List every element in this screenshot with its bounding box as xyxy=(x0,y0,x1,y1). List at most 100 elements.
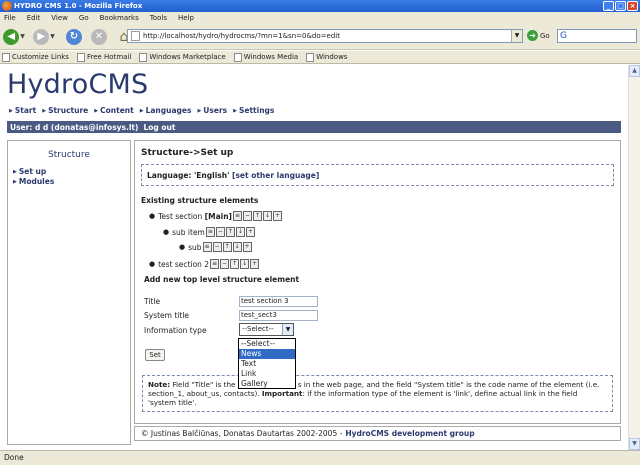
bookmark-page-icon xyxy=(2,52,10,62)
add-child-icon[interactable]: + xyxy=(245,227,255,237)
bookmark-page-icon xyxy=(76,52,85,62)
url-bar[interactable]: http://localhost/hydro/hydrocms/?mn=1&sn… xyxy=(127,29,523,43)
set-button[interactable]: Set xyxy=(145,349,165,361)
option-gallery[interactable]: Gallery xyxy=(239,379,295,389)
url-dropdown-arrow[interactable]: ▼ xyxy=(511,30,522,42)
edit-icon[interactable]: ≡ xyxy=(232,211,242,221)
vertical-scrollbar[interactable]: ▲ ▼ xyxy=(628,65,640,450)
option-news[interactable]: News xyxy=(239,349,295,359)
information-type-select[interactable]: --Select-- ▼ xyxy=(239,323,294,336)
tree-item-name[interactable]: sub xyxy=(188,243,201,252)
footer: © Justinas Balčiūnas, Donatas Dautartas … xyxy=(134,426,621,441)
nav-users[interactable]: Users xyxy=(197,106,227,115)
move-up-icon[interactable]: ↑ xyxy=(230,259,240,269)
title-input[interactable]: test section 3 xyxy=(239,296,318,307)
tree-item-name[interactable]: sub item xyxy=(172,228,205,237)
option-link[interactable]: Link xyxy=(239,369,295,379)
tree-item-test-section: ● Test section [Main] ≡ − ↑ ↓ + xyxy=(149,211,282,221)
tree-item-name[interactable]: test section 2 xyxy=(158,260,209,269)
menu-bookmarks[interactable]: Bookmarks xyxy=(100,14,139,22)
move-up-icon[interactable]: ↑ xyxy=(252,211,262,221)
menu-help[interactable]: Help xyxy=(178,14,194,22)
nav-start[interactable]: Start xyxy=(9,106,36,115)
bookmark-free-hotmail[interactable]: Free Hotmail xyxy=(76,52,135,62)
window-titlebar: HYDRO CMS 1.0 - Mozilla Firefox _ □ × xyxy=(0,0,640,12)
main-badge: [Main] xyxy=(204,211,232,221)
bookmark-windows[interactable]: Windows xyxy=(306,52,351,62)
delete-icon[interactable]: − xyxy=(215,227,225,237)
delete-icon[interactable]: − xyxy=(220,259,230,269)
scroll-up-arrow[interactable]: ▲ xyxy=(629,65,640,77)
page-icon xyxy=(131,31,140,41)
close-button[interactable]: × xyxy=(627,1,638,11)
edit-icon[interactable]: ≡ xyxy=(202,242,212,252)
set-language-link[interactable]: [set other language] xyxy=(232,171,319,180)
select-value: --Select-- xyxy=(242,325,274,333)
menu-edit[interactable]: Edit xyxy=(27,14,41,22)
note-text-1: Field "Title" is the xyxy=(172,380,236,389)
existing-elements-heading: Existing structure elements xyxy=(141,196,259,205)
search-box[interactable]: G xyxy=(557,29,637,43)
bookmark-windows-marketplace[interactable]: Windows Marketplace xyxy=(139,52,229,62)
language-box: Language: 'English' [set other language] xyxy=(141,164,614,186)
move-down-icon[interactable]: ↓ xyxy=(235,227,245,237)
option-text[interactable]: Text xyxy=(239,359,295,369)
minimize-button[interactable]: _ xyxy=(603,1,614,11)
chevron-down-icon[interactable]: ▼ xyxy=(282,324,293,335)
add-child-icon[interactable]: + xyxy=(250,259,260,269)
logout-link[interactable]: Log out xyxy=(143,123,175,132)
tree-item-sub-item: ● sub item ≡ − ↑ ↓ + xyxy=(163,227,255,237)
bookmark-page-icon xyxy=(233,52,242,62)
menu-go[interactable]: Go xyxy=(79,14,89,22)
move-up-icon[interactable]: ↑ xyxy=(222,242,232,252)
sidebar-item-modules[interactable]: Modules xyxy=(13,177,130,187)
scroll-down-arrow[interactable]: ▼ xyxy=(629,438,640,450)
go-arrow-icon: ➜ xyxy=(527,30,538,41)
move-down-icon[interactable]: ↓ xyxy=(240,259,250,269)
move-up-icon[interactable]: ↑ xyxy=(225,227,235,237)
edit-icon[interactable]: ≡ xyxy=(210,259,220,269)
footer-product-link[interactable]: HydroCMS development group xyxy=(345,429,474,438)
sidebar-item-set-up[interactable]: Set up xyxy=(13,167,130,177)
option-select[interactable]: --Select-- xyxy=(239,339,295,349)
note-box: Note: Field "Title" is the s in the web … xyxy=(142,375,613,412)
system-title-input[interactable]: test_sect3 xyxy=(239,310,318,321)
nav-structure[interactable]: Structure xyxy=(42,106,88,115)
site-logo: HydroCMS xyxy=(7,69,149,100)
move-down-icon[interactable]: ↓ xyxy=(262,211,272,221)
bookmarks-toolbar: Customize Links Free Hotmail Windows Mar… xyxy=(0,51,640,64)
information-type-label: Information type xyxy=(144,326,207,335)
tree-item-test-section-2: ● test section 2 ≡ − ↑ ↓ + xyxy=(149,259,260,269)
tree-item-name[interactable]: Test section xyxy=(158,212,202,221)
back-button[interactable]: ◀ ▼ xyxy=(3,26,25,48)
go-button[interactable]: ➜ Go xyxy=(527,30,550,41)
bookmark-page-icon xyxy=(139,52,148,62)
reload-icon: ↻ xyxy=(66,28,82,45)
add-child-icon[interactable]: + xyxy=(272,211,282,221)
page-title: Structure->Set up xyxy=(141,148,234,158)
search-engine-icon: G xyxy=(560,31,567,41)
delete-icon[interactable]: − xyxy=(242,211,252,221)
menu-tools[interactable]: Tools xyxy=(150,14,167,22)
reload-button[interactable]: ↻ xyxy=(63,26,85,48)
copyright: © Justinas Balčiūnas, Donatas Dautartas … xyxy=(141,429,343,438)
note-important: Important xyxy=(261,389,303,398)
bookmark-customize-links[interactable]: Customize Links xyxy=(2,52,73,62)
bookmark-windows-media[interactable]: Windows Media xyxy=(233,52,303,62)
menu-file[interactable]: File xyxy=(4,14,16,22)
firefox-icon xyxy=(2,1,12,11)
move-down-icon[interactable]: ↓ xyxy=(232,242,242,252)
title-label: Title xyxy=(144,297,161,306)
stop-button[interactable]: ✕ xyxy=(88,26,110,48)
forward-button[interactable]: ▶ ▼ xyxy=(33,26,55,48)
add-child-icon[interactable]: + xyxy=(242,242,252,252)
nav-content[interactable]: Content xyxy=(94,106,134,115)
nav-settings[interactable]: Settings xyxy=(233,106,274,115)
nav-languages[interactable]: Languages xyxy=(140,106,192,115)
delete-icon[interactable]: − xyxy=(212,242,222,252)
edit-icon[interactable]: ≡ xyxy=(205,227,215,237)
menu-view[interactable]: View xyxy=(51,14,68,22)
go-label: Go xyxy=(540,31,550,40)
maximize-button[interactable]: □ xyxy=(615,1,626,11)
note-label: Note: xyxy=(148,380,171,389)
